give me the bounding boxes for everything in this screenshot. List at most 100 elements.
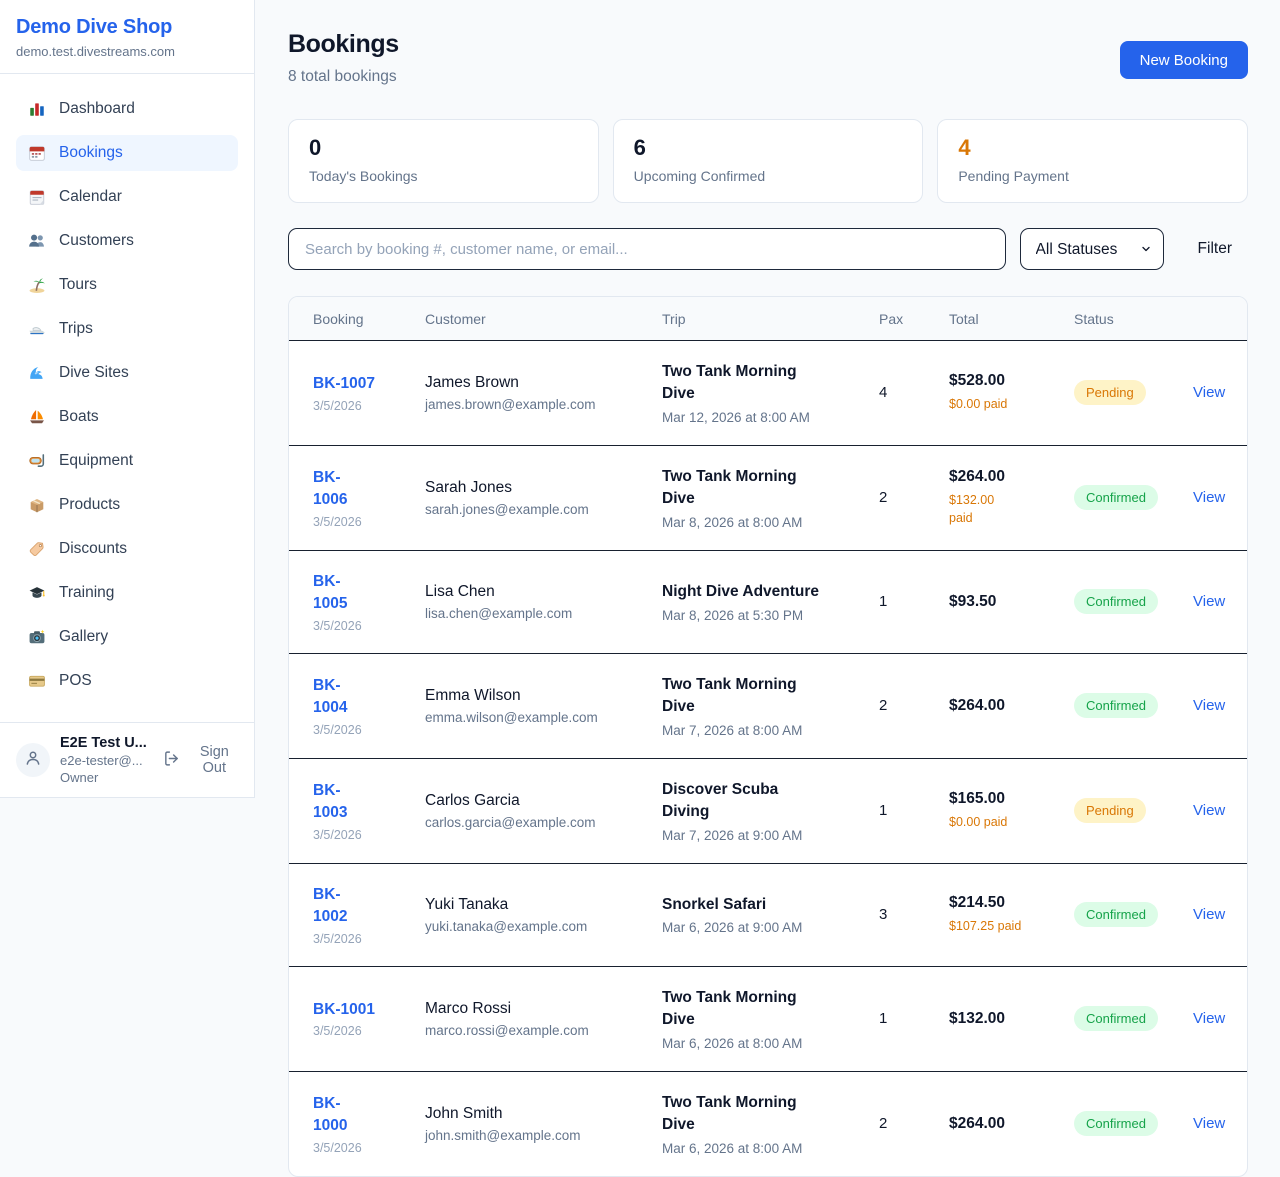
booking-id-link[interactable]: BK- 1000 (313, 1093, 347, 1138)
stat-label: Upcoming Confirmed (634, 168, 903, 184)
sidebar-item-customers[interactable]: Customers (16, 223, 238, 259)
total-amount: $528.00 (949, 372, 1050, 390)
credit-card-icon (28, 672, 46, 690)
page-subtitle: 8 total bookings (288, 68, 399, 86)
dashboard-icon (28, 100, 46, 118)
log-out-icon (163, 750, 180, 771)
new-booking-button[interactable]: New Booking (1120, 41, 1248, 79)
view-link[interactable]: View (1193, 697, 1225, 714)
sailboat-icon (28, 408, 46, 426)
sidebar-item-equipment[interactable]: Equipment (16, 443, 238, 479)
view-link[interactable]: View (1193, 593, 1225, 610)
bookings-calendar-icon (28, 144, 46, 162)
pax-count: 1 (879, 802, 887, 819)
customer-email: emma.wilson@example.com (425, 710, 638, 725)
page-header: Bookings 8 total bookings New Booking (288, 30, 1248, 86)
sidebar-item-label: Dashboard (59, 100, 135, 118)
trip-name: Two Tank Morning Dive (662, 987, 855, 1032)
table-row: BK- 1004 3/5/2026 Emma Wilson emma.wilso… (289, 653, 1248, 758)
search-input[interactable] (288, 228, 1006, 270)
customer-name: Lisa Chen (425, 583, 638, 601)
sidebar-item-pos[interactable]: POS (16, 663, 238, 699)
avatar (16, 743, 50, 777)
booking-id-link[interactable]: BK-1001 (313, 999, 375, 1021)
view-link[interactable]: View (1193, 1010, 1225, 1027)
view-link[interactable]: View (1193, 384, 1225, 401)
island-icon (28, 276, 46, 294)
sign-out-label: Sign Out (187, 744, 242, 776)
sidebar-item-products[interactable]: Products (16, 487, 238, 523)
view-link[interactable]: View (1193, 802, 1225, 819)
total-amount: $165.00 (949, 790, 1050, 808)
stat-value: 0 (309, 135, 578, 161)
booking-id-link[interactable]: BK- 1006 (313, 467, 347, 512)
booking-date: 3/5/2026 (313, 1141, 401, 1155)
booking-date: 3/5/2026 (313, 723, 401, 737)
trip-datetime: Mar 6, 2026 at 8:00 AM (662, 1036, 855, 1051)
sidebar-item-dive-sites[interactable]: Dive Sites (16, 355, 238, 391)
trip-datetime: Mar 6, 2026 at 8:00 AM (662, 1141, 855, 1156)
status-select-wrap: All Statuses (1020, 228, 1164, 270)
status-filter-select[interactable]: All Statuses (1020, 228, 1164, 270)
pax-count: 1 (879, 593, 887, 610)
pax-count: 3 (879, 906, 887, 923)
paid-amount: $107.25 paid (949, 917, 1050, 935)
view-link[interactable]: View (1193, 1115, 1225, 1132)
booking-id-link[interactable]: BK- 1003 (313, 780, 347, 825)
user-icon (24, 749, 42, 772)
sidebar-item-tours[interactable]: Tours (16, 267, 238, 303)
table-row: BK- 1003 3/5/2026 Carlos Garcia carlos.g… (289, 758, 1248, 863)
sidebar-item-dashboard[interactable]: Dashboard (16, 91, 238, 127)
trip-datetime: Mar 7, 2026 at 9:00 AM (662, 828, 855, 843)
sidebar-item-bookings[interactable]: Bookings (16, 135, 238, 171)
trip-name: Two Tank Morning Dive (662, 674, 855, 719)
stat-label: Pending Payment (958, 168, 1227, 184)
sidebar-item-label: Tours (59, 276, 97, 294)
sidebar-item-label: POS (59, 672, 92, 690)
shop-name: Demo Dive Shop (16, 16, 238, 39)
customer-email: sarah.jones@example.com (425, 502, 638, 517)
filter-button[interactable]: Filter (1182, 240, 1248, 258)
sidebar-item-gallery[interactable]: Gallery (16, 619, 238, 655)
column-header: Booking (289, 297, 425, 341)
booking-id-link[interactable]: BK- 1005 (313, 571, 347, 616)
table-row: BK- 1002 3/5/2026 Yuki Tanaka yuki.tanak… (289, 863, 1248, 966)
stat-card: 4 Pending Payment (937, 119, 1248, 203)
sidebar-item-boats[interactable]: Boats (16, 399, 238, 435)
customer-email: lisa.chen@example.com (425, 606, 638, 621)
stat-label: Today's Bookings (309, 168, 578, 184)
sidebar-item-label: Dive Sites (59, 364, 129, 382)
customer-name: Emma Wilson (425, 687, 638, 705)
customer-email: john.smith@example.com (425, 1128, 638, 1143)
sidebar-item-discounts[interactable]: Discounts (16, 531, 238, 567)
column-header: Total (949, 297, 1074, 341)
sidebar-item-label: Bookings (59, 144, 123, 162)
sidebar-item-label: Products (59, 496, 120, 514)
column-header (1193, 297, 1248, 341)
sidebar-item-calendar[interactable]: Calendar (16, 179, 238, 215)
tag-icon (28, 540, 46, 558)
sidebar-item-label: Gallery (59, 628, 108, 646)
trip-datetime: Mar 12, 2026 at 8:00 AM (662, 410, 855, 425)
sign-out-button[interactable]: Sign Out (163, 744, 242, 776)
table-header-row: BookingCustomerTripPaxTotalStatus (289, 297, 1248, 341)
view-link[interactable]: View (1193, 489, 1225, 506)
calendar-icon (28, 188, 46, 206)
booking-id-link[interactable]: BK- 1002 (313, 884, 347, 929)
status-badge: Pending (1074, 798, 1146, 823)
sidebar-item-training[interactable]: Training (16, 575, 238, 611)
page-title-block: Bookings 8 total bookings (288, 30, 399, 86)
customer-name: James Brown (425, 374, 638, 392)
bookings-table-card: BookingCustomerTripPaxTotalStatus BK-100… (288, 296, 1248, 1177)
user-name: E2E Test U... (60, 735, 151, 751)
customer-name: John Smith (425, 1105, 638, 1123)
view-link[interactable]: View (1193, 906, 1225, 923)
booking-date: 3/5/2026 (313, 932, 401, 946)
sidebar-item-trips[interactable]: Trips (16, 311, 238, 347)
stat-card: 0 Today's Bookings (288, 119, 599, 203)
user-section: E2E Test U... e2e-tester@... Owner Sign … (0, 722, 254, 797)
booking-id-link[interactable]: BK- 1004 (313, 675, 347, 720)
pax-count: 2 (879, 1115, 887, 1132)
table-row: BK- 1000 3/5/2026 John Smith john.smith@… (289, 1071, 1248, 1175)
booking-id-link[interactable]: BK-1007 (313, 373, 375, 395)
